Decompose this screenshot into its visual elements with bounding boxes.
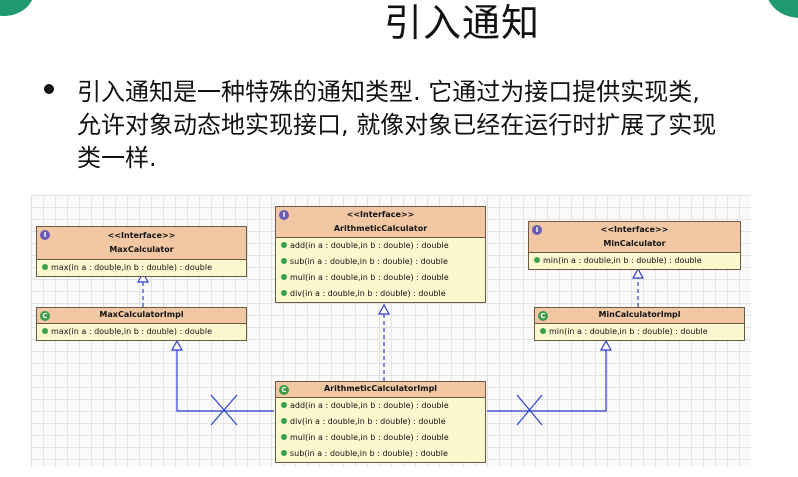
class-name: ArithmeticCalculator	[333, 224, 428, 233]
method-signature: min(in a : double,in b : double) : doubl…	[549, 327, 708, 336]
method-row: mul(in a : double,in b : double) : doubl…	[276, 430, 485, 446]
class-name: MinCalculator	[603, 239, 666, 248]
method-row: min(in a : double,in b : double) : doubl…	[535, 324, 744, 340]
class-header: C MinCalculatorImpl	[535, 308, 744, 324]
class-header: I <<Interface>> ArithmeticCalculator	[276, 207, 485, 238]
stereotype-label: <<Interface>>	[600, 225, 669, 234]
public-method-icon	[281, 434, 287, 440]
class-icon: C	[538, 311, 548, 321]
method-signature: sub(in a : double,in b : double) : doubl…	[290, 257, 448, 266]
method-row: max(in a : double,in b : double) : doubl…	[37, 260, 246, 276]
method-signature: sub(in a : double,in b : double) : doubl…	[290, 449, 448, 458]
public-method-icon	[534, 257, 540, 263]
arrowhead-min-interface	[631, 267, 645, 279]
public-method-icon	[540, 328, 546, 334]
arrowhead-arith-interface	[377, 303, 391, 315]
method-row: sub(in a : double,in b : double) : doubl…	[276, 254, 485, 270]
arithmetic-calculator-impl-class[interactable]: C ArithmeticCalculatorImpl add(in a : do…	[275, 381, 486, 463]
class-icon: C	[40, 311, 50, 321]
method-signature: div(in a : double,in b : double) : doubl…	[290, 289, 446, 298]
arithmetic-calculator-interface[interactable]: I <<Interface>> ArithmeticCalculator add…	[275, 206, 486, 303]
stereotype-label: <<Interface>>	[346, 210, 415, 219]
public-method-icon	[281, 402, 287, 408]
method-signature: max(in a : double,in b : double) : doubl…	[51, 263, 213, 272]
min-calculator-interface[interactable]: I <<Interface>> MinCalculator min(in a :…	[528, 221, 741, 270]
method-signature: div(in a : double,in b : double) : doubl…	[290, 417, 446, 426]
bullet-text: 引入通知是一种特殊的通知类型. 它通过为接口提供实现类, 允许对象动态地实现接口…	[77, 78, 717, 172]
method-row: min(in a : double,in b : double) : doubl…	[529, 253, 740, 269]
class-header: I <<Interface>> MinCalculator	[529, 222, 740, 253]
min-calculator-impl-class[interactable]: C MinCalculatorImpl min(in a : double,in…	[534, 307, 745, 341]
method-signature: add(in a : double,in b : double) : doubl…	[290, 241, 449, 250]
stereotype-label: <<Interface>>	[107, 231, 176, 240]
method-row: add(in a : double,in b : double) : doubl…	[276, 238, 485, 254]
method-row: max(in a : double,in b : double) : doubl…	[37, 324, 246, 340]
interface-icon: I	[532, 225, 542, 235]
method-signature: min(in a : double,in b : double) : doubl…	[543, 256, 702, 265]
interface-icon: I	[279, 210, 289, 220]
arrowhead-min-impl	[599, 339, 613, 351]
public-method-icon	[281, 290, 287, 296]
association-line-right	[487, 347, 607, 412]
method-signature: mul(in a : double,in b : double) : doubl…	[290, 433, 449, 442]
interface-icon: I	[40, 230, 50, 240]
method-row: sub(in a : double,in b : double) : doubl…	[276, 446, 485, 462]
public-method-icon	[281, 450, 287, 456]
max-calculator-impl-class[interactable]: C MaxCalculatorImpl max(in a : double,in…	[36, 307, 247, 341]
class-header: C MaxCalculatorImpl	[37, 308, 246, 324]
method-row: add(in a : double,in b : double) : doubl…	[276, 398, 485, 414]
class-name: MinCalculatorImpl	[598, 310, 681, 319]
corner-decoration-left	[0, 0, 34, 16]
class-header: I <<Interface>> MaxCalculator	[37, 227, 246, 260]
method-row: mul(in a : double,in b : double) : doubl…	[276, 270, 485, 286]
class-icon: C	[279, 385, 289, 395]
public-method-icon	[281, 242, 287, 248]
method-row: div(in a : double,in b : double) : doubl…	[276, 414, 485, 430]
class-header: C ArithmeticCalculatorImpl	[276, 382, 485, 398]
corner-decoration-right	[766, 0, 798, 18]
public-method-icon	[281, 274, 287, 280]
arrowhead-max-impl	[170, 339, 184, 351]
public-method-icon	[42, 328, 48, 334]
class-name: MaxCalculator	[109, 245, 174, 254]
method-signature: mul(in a : double,in b : double) : doubl…	[290, 273, 449, 282]
public-method-icon	[42, 264, 48, 270]
public-method-icon	[281, 418, 287, 424]
method-signature: add(in a : double,in b : double) : doubl…	[290, 401, 449, 410]
max-calculator-interface[interactable]: I <<Interface>> MaxCalculator max(in a :…	[36, 226, 247, 277]
slide: 引入通知 引入通知是一种特殊的通知类型. 它通过为接口提供实现类, 允许对象动态…	[0, 0, 798, 477]
bullet-dot	[44, 84, 54, 94]
uml-class-diagram: I <<Interface>> MaxCalculator max(in a :…	[31, 195, 751, 467]
association-line-left	[176, 347, 274, 412]
class-name: MaxCalculatorImpl	[99, 310, 184, 319]
slide-title: 引入通知	[384, 1, 541, 45]
method-signature: max(in a : double,in b : double) : doubl…	[51, 327, 213, 336]
method-row: div(in a : double,in b : double) : doubl…	[276, 286, 485, 302]
class-name: ArithmeticCalculatorImpl	[323, 384, 438, 393]
public-method-icon	[281, 258, 287, 264]
